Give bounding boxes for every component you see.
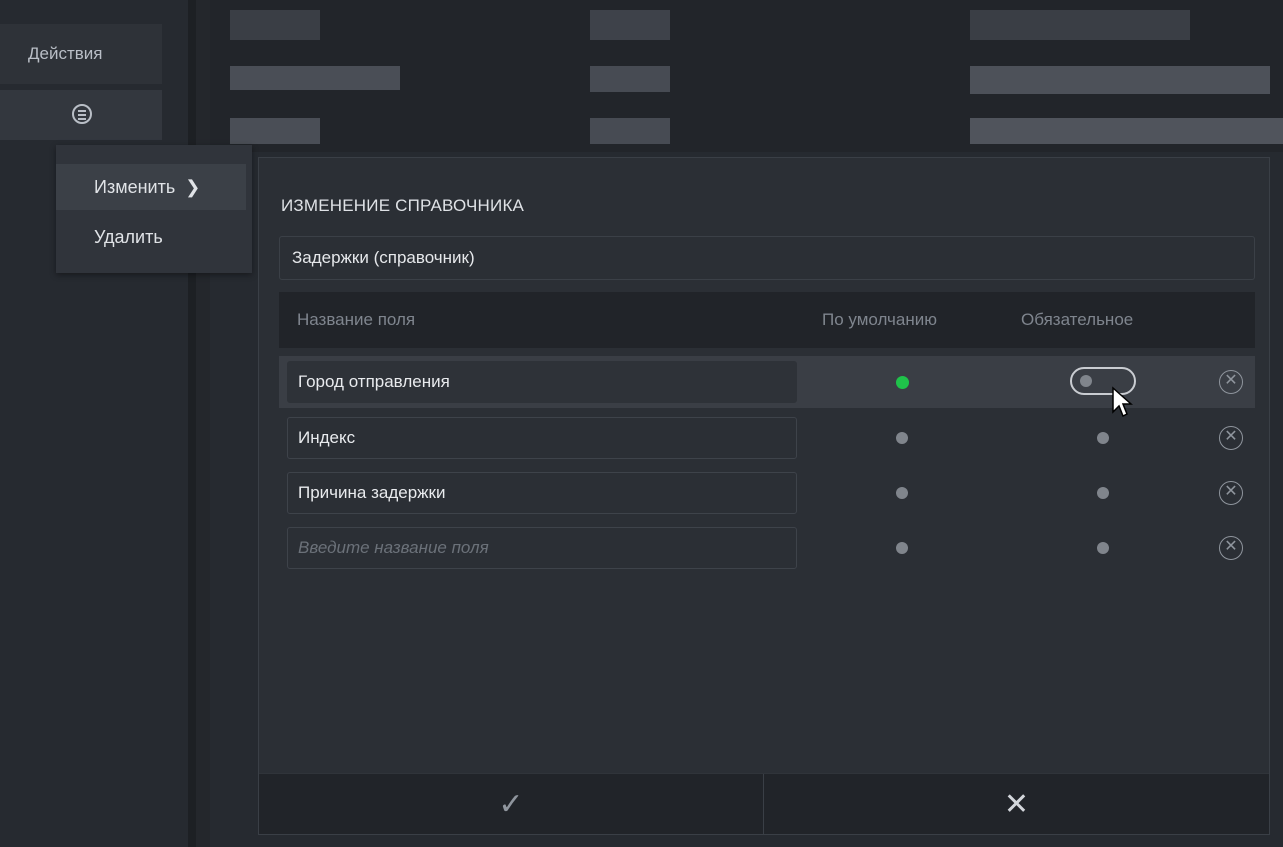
dialog-title: ИЗМЕНЕНИЕ СПРАВОЧНИКА xyxy=(281,196,525,215)
list-circle-icon[interactable] xyxy=(72,104,92,124)
field-name-input[interactable]: Индекс xyxy=(287,417,797,459)
default-indicator[interactable] xyxy=(896,432,908,444)
confirm-button[interactable]: ✓ xyxy=(259,774,764,834)
new-field-input[interactable]: Введите название поля xyxy=(287,527,797,569)
field-name-input[interactable]: Город отправления xyxy=(287,361,797,403)
menu-item-delete[interactable]: Удалить xyxy=(56,214,246,260)
dialog-footer: ✓ ✕ xyxy=(259,773,1269,834)
default-indicator[interactable] xyxy=(896,542,908,554)
field-name-value: Город отправления xyxy=(298,372,450,391)
column-header-name: Название поля xyxy=(297,310,416,329)
column-header-default: По умолчанию xyxy=(822,310,937,329)
actions-header-label: Действия xyxy=(28,44,103,63)
remove-field-icon[interactable]: ✕ xyxy=(1219,426,1243,450)
remove-field-icon[interactable]: ✕ xyxy=(1219,481,1243,505)
table-row: Город отправления ✕ xyxy=(279,356,1255,408)
field-name-value: Индекс xyxy=(298,428,356,447)
check-icon: ✓ xyxy=(498,787,524,821)
remove-field-icon[interactable]: ✕ xyxy=(1219,536,1243,560)
edit-directory-dialog: ИЗМЕНЕНИЕ СПРАВОЧНИКА Задержки (справочн… xyxy=(258,157,1270,835)
table-row: Причина задержки ✕ xyxy=(279,467,1255,519)
pixelated-table-area xyxy=(210,0,1283,152)
directory-name-input[interactable]: Задержки (справочник) xyxy=(279,236,1255,280)
menu-item-delete-label: Удалить xyxy=(94,226,163,247)
column-header-required: Обязательное xyxy=(1021,310,1134,329)
table-row-new: Введите название поля ✕ xyxy=(279,522,1255,574)
mouse-cursor-icon xyxy=(1112,386,1133,418)
menu-item-edit-label: Изменить xyxy=(94,176,176,197)
new-field-placeholder: Введите название поля xyxy=(298,538,489,557)
field-name-value: Причина задержки xyxy=(298,483,446,502)
column-divider xyxy=(188,0,196,847)
cancel-button[interactable]: ✕ xyxy=(764,774,1269,834)
directory-name-value: Задержки (справочник) xyxy=(292,248,475,267)
toggle-knob xyxy=(1080,375,1092,387)
close-icon: ✕ xyxy=(1003,787,1030,821)
table-row: Индекс ✕ xyxy=(279,412,1255,464)
fields-table-header: Название поля По умолчанию Обязательное xyxy=(279,292,1255,348)
menu-item-edit[interactable]: Изменить ❯ xyxy=(56,164,246,210)
default-indicator-active[interactable] xyxy=(896,376,909,389)
column-gutter xyxy=(196,0,210,847)
required-indicator[interactable] xyxy=(1097,542,1109,554)
remove-field-icon[interactable]: ✕ xyxy=(1219,370,1243,394)
required-indicator[interactable] xyxy=(1097,432,1109,444)
chevron-right-icon: ❯ xyxy=(185,176,201,197)
default-indicator[interactable] xyxy=(896,487,908,499)
actions-column-header: Действия xyxy=(0,24,162,84)
required-indicator[interactable] xyxy=(1097,487,1109,499)
field-name-input[interactable]: Причина задержки xyxy=(287,472,797,514)
